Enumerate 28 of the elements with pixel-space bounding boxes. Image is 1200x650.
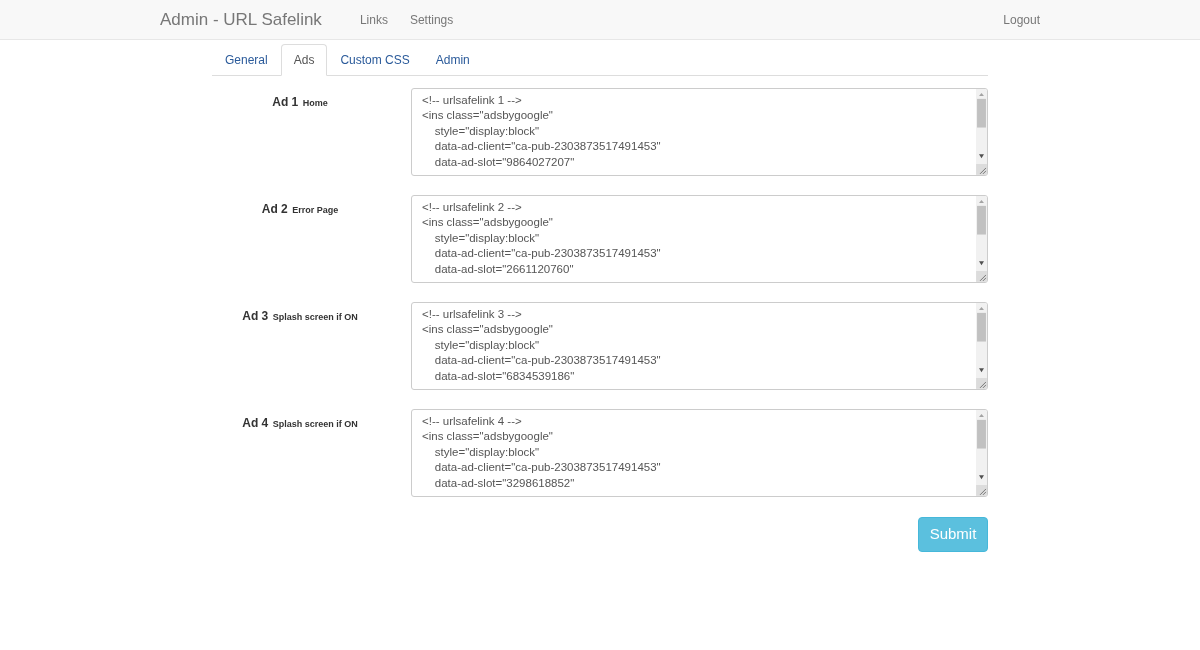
nav-link[interactable]: Settings bbox=[398, 10, 465, 29]
code-textarea[interactable]: <!-- urlsafelink 2 --> <ins class="adsbygoogle" style="display:block" data-ad-client="ca-pub-2303873517491453" data-ad-slot="2661120760" bbox=[411, 195, 988, 283]
code-textarea[interactable]: <!-- urlsafelink 4 --> <ins class="adsbygoogle" style="display:block" data-ad-client="ca-pub-2303873517491453" data-ad-slot="3298618852" bbox=[411, 409, 988, 497]
tab[interactable]: Admin bbox=[422, 44, 483, 76]
scrollbar[interactable] bbox=[976, 303, 987, 379]
resize-grip-icon[interactable] bbox=[976, 378, 987, 389]
field-label: Ad 1 Home bbox=[272, 94, 328, 111]
tab[interactable]: General bbox=[212, 44, 281, 76]
resize-grip-icon[interactable] bbox=[976, 485, 987, 496]
scrollbar[interactable] bbox=[976, 410, 987, 486]
code-text: <!-- urlsafelink 3 --> <ins class="adsbygoogle" style="display:block" data-ad-client="ca-pub-2303873517491453" data-ad-slot="6834539186" bbox=[422, 307, 661, 384]
code-textarea[interactable]: <!-- urlsafelink 1 --> <ins class="adsbygoogle" style="display:block" data-ad-client="ca-pub-2303873517491453" data-ad-slot="9864027207" bbox=[411, 88, 988, 176]
scrollbar[interactable] bbox=[976, 196, 987, 272]
scrollbar[interactable] bbox=[976, 89, 987, 165]
resize-grip-icon[interactable] bbox=[976, 271, 987, 282]
code-textarea[interactable]: <!-- urlsafelink 3 --> <ins class="adsbygoogle" style="display:block" data-ad-client="ca-pub-2303873517491453" data-ad-slot="6834539186" bbox=[411, 302, 988, 390]
tab[interactable]: Ads bbox=[280, 44, 328, 76]
logout-link[interactable]: Logout bbox=[988, 10, 1055, 29]
code-text: <!-- urlsafelink 2 --> <ins class="adsbygoogle" style="display:block" data-ad-client="ca-pub-2303873517491453" data-ad-slot="2661120760" bbox=[422, 200, 661, 277]
resize-grip-icon[interactable] bbox=[976, 164, 987, 175]
brand-link[interactable]: Admin - URL Safelink bbox=[145, 6, 337, 33]
tab[interactable]: Custom CSS bbox=[327, 44, 423, 76]
code-text: <!-- urlsafelink 4 --> <ins class="adsbygoogle" style="display:block" data-ad-client="ca-pub-2303873517491453" data-ad-slot="3298618852" bbox=[422, 414, 661, 491]
field-label: Ad 4 Splash screen if ON bbox=[242, 415, 358, 432]
code-text: <!-- urlsafelink 1 --> <ins class="adsbygoogle" style="display:block" data-ad-client="ca-pub-2303873517491453" data-ad-slot="9864027207" bbox=[422, 93, 661, 170]
field-label: Ad 2 Error Page bbox=[261, 201, 339, 218]
field-label: Ad 3 Splash screen if ON bbox=[242, 308, 358, 325]
nav-link[interactable]: Links bbox=[348, 10, 399, 29]
